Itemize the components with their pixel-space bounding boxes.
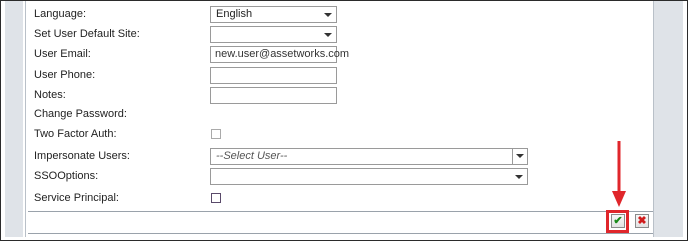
email-label: User Email:: [34, 48, 91, 60]
default-site-label: Set User Default Site:: [34, 28, 140, 40]
default-site-select[interactable]: [210, 26, 337, 43]
left-scroll-rail: [5, 1, 26, 237]
cancel-button[interactable]: ✖: [635, 214, 649, 228]
chevron-down-icon: [324, 13, 332, 17]
checkmark-icon: ✔: [613, 215, 623, 227]
close-icon: ✖: [637, 215, 647, 227]
language-label: Language:: [34, 8, 86, 20]
two-factor-checkbox[interactable]: [211, 129, 221, 139]
phone-field[interactable]: [210, 67, 337, 84]
chevron-down-icon: [515, 175, 523, 179]
language-value: English: [216, 8, 253, 20]
sso-options-select[interactable]: [210, 168, 528, 185]
change-password-label: Change Password:: [34, 108, 127, 120]
impersonate-users-select[interactable]: --Select User--: [210, 148, 528, 165]
impersonate-placeholder: --Select User--: [216, 150, 288, 162]
save-button[interactable]: ✔: [611, 214, 625, 228]
email-value: new.user@assetworks.com: [215, 48, 350, 60]
language-select[interactable]: English: [210, 6, 337, 23]
right-scroll-rail: [653, 1, 683, 237]
dropdown-button[interactable]: [512, 149, 527, 164]
phone-label: User Phone:: [34, 69, 96, 81]
email-field[interactable]: new.user@assetworks.com: [210, 46, 349, 63]
notes-field[interactable]: [210, 87, 337, 104]
impersonate-label: Impersonate Users:: [34, 150, 130, 162]
footer-divider-top: [28, 211, 653, 212]
footer-divider-bottom: [28, 233, 653, 234]
chevron-down-icon: [516, 154, 524, 158]
two-factor-label: Two Factor Auth:: [34, 128, 117, 140]
annotation-arrow-icon: [612, 141, 626, 207]
dialog-frame: Language: English Set User Default Site:…: [0, 0, 688, 241]
service-principal-checkbox[interactable]: [211, 193, 221, 203]
sso-label: SSOOptions:: [34, 170, 99, 182]
service-principal-label: Service Principal:: [34, 192, 119, 204]
notes-label: Notes:: [34, 89, 66, 101]
chevron-down-icon: [324, 33, 332, 37]
